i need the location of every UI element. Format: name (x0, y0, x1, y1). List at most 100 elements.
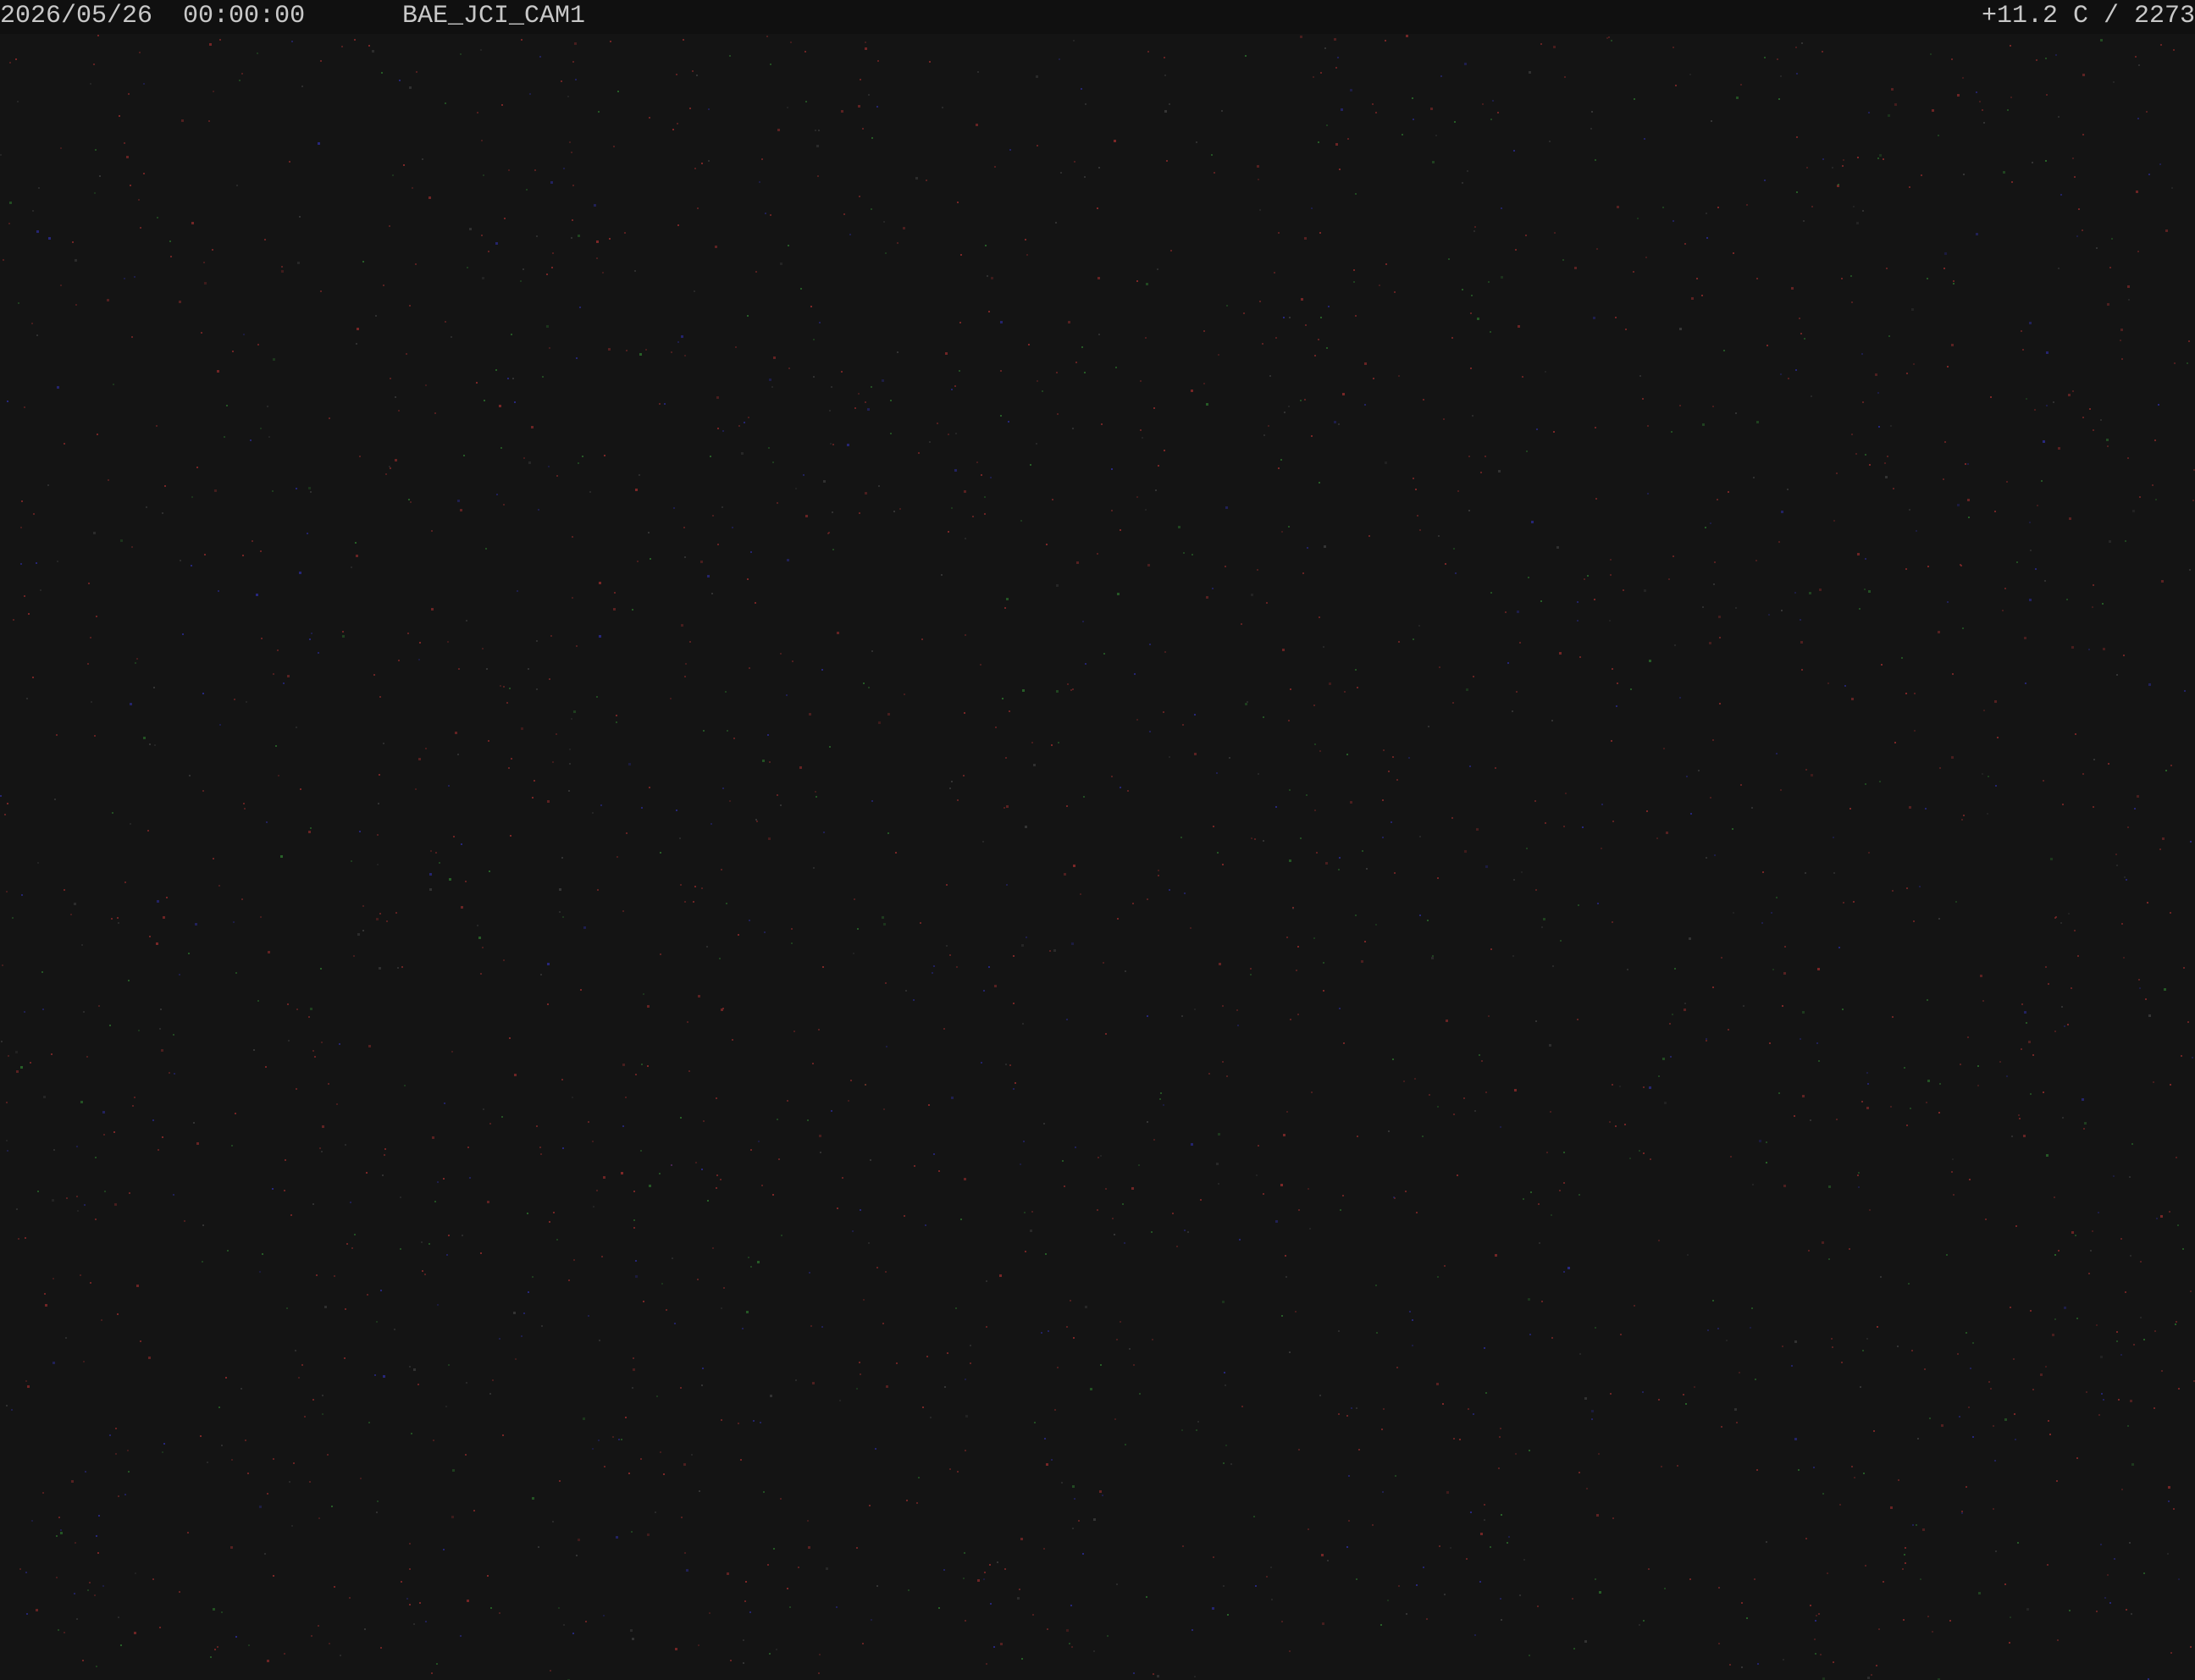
noise-speck (2153, 1081, 2154, 1083)
noise-speck (1429, 1094, 1430, 1096)
noise-speck (196, 467, 198, 468)
noise-speck (143, 83, 145, 85)
noise-speck (1689, 74, 1691, 75)
noise-speck (1258, 179, 1259, 180)
noise-speck (2140, 1261, 2142, 1263)
noise-speck (1381, 1429, 1383, 1430)
noise-speck (1253, 1516, 1255, 1517)
noise-speck (1615, 1125, 1617, 1127)
noise-speck (157, 900, 159, 903)
noise-speck (649, 1185, 651, 1187)
noise-speck (1803, 220, 1805, 222)
noise-speck (1754, 1578, 1755, 1580)
noise-speck (2028, 1041, 2031, 1043)
noise-speck (379, 913, 381, 915)
noise-speck (712, 515, 714, 517)
noise-speck (599, 1340, 600, 1341)
noise-speck (759, 181, 760, 183)
noise-speck (991, 277, 993, 279)
noise-speck (772, 1194, 774, 1196)
noise-speck (1740, 784, 1742, 786)
noise-speck (1044, 1438, 1046, 1440)
noise-speck (1004, 807, 1005, 809)
noise-speck (187, 1532, 189, 1534)
noise-speck (1512, 955, 1514, 957)
noise-speck (1795, 47, 1797, 48)
noise-speck (1914, 730, 1916, 732)
noise-speck (86, 1056, 88, 1058)
noise-speck (1103, 962, 1104, 964)
noise-speck (170, 256, 172, 257)
noise-speck (1355, 315, 1357, 317)
noise-speck (1178, 526, 1180, 528)
noise-speck (1075, 362, 1077, 363)
noise-speck (854, 898, 855, 900)
noise-speck (2006, 1075, 2008, 1077)
noise-speck (2030, 550, 2032, 551)
noise-speck (1656, 837, 1658, 839)
noise-speck (2043, 440, 2045, 443)
noise-speck (2147, 902, 2148, 904)
noise-speck (2049, 1434, 2051, 1435)
noise-speck (1827, 682, 1829, 684)
noise-speck (130, 823, 131, 825)
noise-speck (1482, 103, 1484, 105)
noise-speck (398, 660, 400, 661)
noise-speck (1867, 1083, 1869, 1085)
noise-speck (301, 86, 303, 87)
noise-speck (976, 124, 978, 126)
noise-speck (1777, 58, 1778, 60)
noise-speck (561, 1079, 563, 1080)
noise-speck (38, 187, 40, 189)
noise-speck (1160, 1092, 1162, 1094)
noise-speck (1718, 1643, 1720, 1644)
noise-speck (948, 531, 949, 533)
noise-speck (1698, 770, 1700, 771)
noise-speck (1216, 1163, 1219, 1165)
noise-speck (556, 1239, 558, 1241)
noise-speck (1066, 1019, 1068, 1020)
noise-speck (284, 1190, 285, 1191)
noise-speck (143, 737, 146, 739)
noise-speck (1258, 773, 1259, 775)
noise-speck (738, 934, 739, 936)
noise-speck (2100, 1544, 2102, 1545)
noise-speck (2148, 683, 2151, 686)
noise-speck (572, 219, 573, 221)
noise-speck (1396, 779, 1398, 781)
noise-speck (1710, 797, 1711, 799)
noise-speck (425, 384, 427, 386)
noise-speck (628, 1473, 630, 1474)
noise-speck (2010, 1307, 2011, 1308)
noise-speck (1857, 1174, 1859, 1176)
noise-speck (684, 556, 686, 558)
noise-speck (1816, 1615, 1817, 1616)
noise-speck (4, 814, 6, 815)
noise-speck (929, 61, 931, 63)
noise-speck (289, 161, 290, 163)
noise-speck (1556, 546, 1559, 549)
noise-speck (500, 447, 502, 449)
noise-speck (885, 1271, 887, 1273)
noise-speck (548, 466, 550, 467)
noise-speck (871, 650, 873, 652)
noise-speck (377, 834, 379, 836)
noise-speck (424, 1274, 426, 1275)
noise-speck (1194, 714, 1196, 716)
noise-speck (2192, 500, 2194, 501)
noise-speck (136, 1285, 139, 1287)
noise-speck (717, 544, 719, 545)
noise-speck (1646, 810, 1648, 812)
noise-speck (1717, 1328, 1719, 1329)
noise-speck (1746, 204, 1748, 206)
noise-speck (482, 947, 484, 948)
noise-speck (477, 925, 478, 926)
noise-speck (1289, 789, 1291, 791)
noise-speck (95, 1219, 97, 1220)
noise-speck (769, 1653, 771, 1655)
noise-speck (868, 1242, 870, 1244)
noise-speck (1883, 158, 1884, 160)
noise-speck (1791, 1365, 1793, 1367)
noise-speck (2058, 1250, 2060, 1252)
noise-speck (461, 843, 462, 845)
